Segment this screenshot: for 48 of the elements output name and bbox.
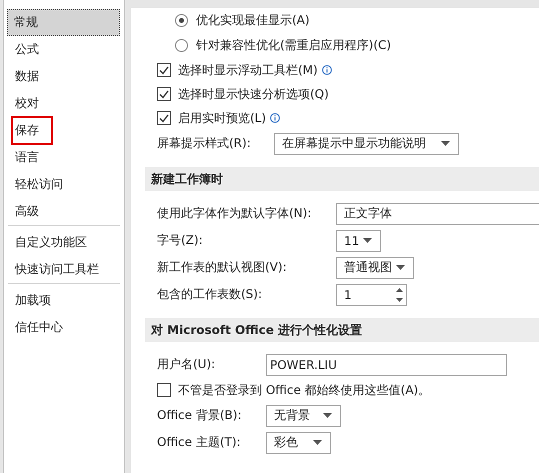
- option-label: 针对兼容性优化(需重启应用程序)(C): [196, 37, 392, 54]
- option-label: 新工作表的默认视图(V):: [157, 259, 287, 276]
- option-label: 包含的工作表数(S):: [157, 286, 262, 303]
- caret-icon: [323, 413, 332, 418]
- sidebar-item[interactable]: 高级: [8, 198, 120, 225]
- checkbox[interactable]: [157, 63, 171, 77]
- option-label: 选择时显示快速分析选项(Q): [178, 86, 329, 102]
- sidebar-item[interactable]: 校对: [8, 90, 120, 117]
- option-label: Office 背景(B):: [157, 407, 242, 424]
- dropdown[interactable]: 无背景: [266, 404, 341, 426]
- checkbox[interactable]: [157, 87, 171, 101]
- option-label: Office 主题(T):: [157, 434, 241, 451]
- option-label: 使用此字体作为默认字体(N):: [157, 205, 312, 222]
- username-field[interactable]: POWER.LIU: [266, 354, 507, 376]
- radio-button[interactable]: [175, 39, 188, 52]
- number-spinner[interactable]: 1: [336, 284, 407, 306]
- radio-button[interactable]: [175, 14, 188, 27]
- option-label: 屏幕提示样式(R):: [157, 135, 251, 152]
- option-label: 优化实现最佳显示(A): [196, 12, 310, 29]
- dropdown[interactable]: 在屏幕提示中显示功能说明: [274, 132, 459, 154]
- spinner-arrows-icon: [396, 288, 403, 302]
- sidebar-item[interactable]: 信任中心: [8, 314, 120, 341]
- option-label: 选择时显示浮动工具栏(M): [178, 62, 318, 78]
- sidebar-item[interactable]: 数据: [8, 63, 120, 90]
- option-label: 用户名(U):: [157, 356, 216, 373]
- caret-icon: [313, 440, 322, 445]
- caret-icon: [396, 265, 405, 270]
- sidebar-item[interactable]: 保存: [8, 117, 120, 144]
- sidebar-item[interactable]: 常规: [7, 9, 120, 36]
- checkbox[interactable]: [157, 383, 171, 397]
- caret-icon: [363, 238, 372, 243]
- dropdown[interactable]: 普通视图: [336, 256, 414, 278]
- option-label: 不管是否登录到 Office 都始终使用这些值(A)。: [178, 382, 430, 398]
- section-header: 新建工作簿时: [145, 167, 539, 191]
- sidebar-item[interactable]: 快速访问工具栏: [8, 256, 120, 283]
- sidebar-item[interactable]: 公式: [8, 36, 120, 63]
- caret-icon: [441, 141, 450, 146]
- option-label: 启用实时预览(L): [178, 110, 266, 126]
- dropdown[interactable]: 彩色: [266, 432, 331, 454]
- dropdown[interactable]: 正文字体: [336, 202, 539, 224]
- sidebar-item[interactable]: 轻松访问: [8, 171, 120, 198]
- sidebar-item[interactable]: 自定义功能区: [8, 229, 120, 256]
- option-label: 字号(Z):: [157, 232, 203, 249]
- sidebar-item[interactable]: 加载项: [8, 287, 120, 314]
- checkbox[interactable]: [157, 111, 171, 125]
- section-header: 对 Microsoft Office 进行个性化设置: [145, 318, 539, 342]
- dropdown[interactable]: 11: [336, 230, 381, 252]
- sidebar-item[interactable]: 语言: [8, 144, 120, 171]
